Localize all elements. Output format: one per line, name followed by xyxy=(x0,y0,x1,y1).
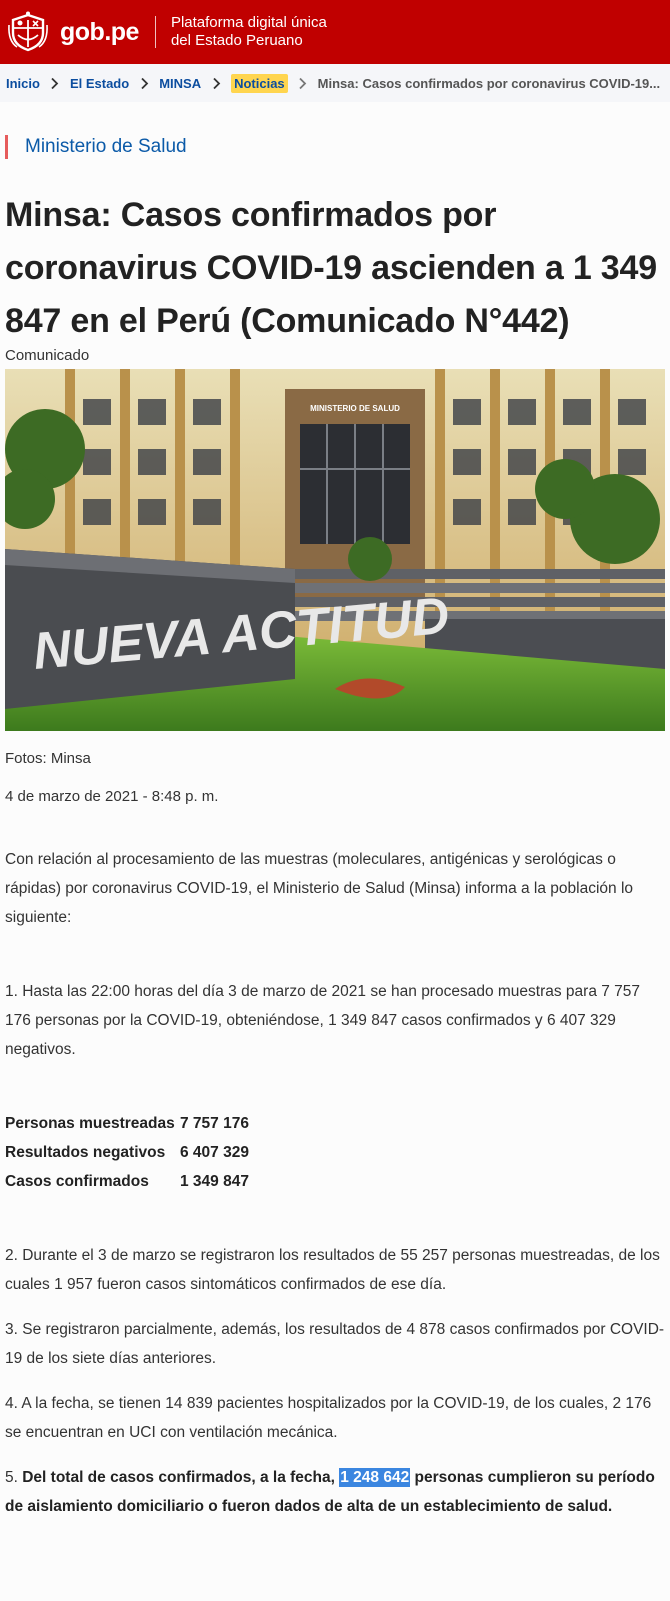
photo-building-sign: MINISTERIO DE SALUD xyxy=(310,404,400,413)
peru-shield-icon[interactable] xyxy=(6,10,50,54)
breadcrumb-minsa[interactable]: MINSA xyxy=(159,76,201,91)
stat-value: 6 407 329 xyxy=(180,1143,249,1161)
institution-link[interactable]: Ministerio de Salud xyxy=(5,135,665,159)
article-point-3: 3. Se registraron parcialmente, además, … xyxy=(5,1321,665,1367)
publish-date: 4 de marzo de 2021 - 8:48 p. m. xyxy=(5,788,219,805)
chevron-right-icon xyxy=(288,77,318,90)
photo-caption: Fotos: Minsa xyxy=(5,750,91,767)
site-subtitle-line2: del Estado Peruano xyxy=(170,32,303,49)
stat-value: 1 349 847 xyxy=(180,1172,249,1190)
article-intro: Con relación al procesamiento de las mue… xyxy=(5,851,634,926)
site-subtitle-line1: Plataforma digital única xyxy=(170,14,327,31)
chevron-right-icon xyxy=(40,77,70,90)
site-logo-text[interactable]: gob.pe xyxy=(60,18,139,47)
site-subtitle: Plataforma digital única del Estado Peru… xyxy=(171,14,327,50)
article-point-2: 2. Durante el 3 de marzo se registraron … xyxy=(5,1247,660,1293)
stat-label: Resultados negativos xyxy=(5,1143,166,1161)
breadcrumb: Inicio El Estado MINSA Noticias Minsa: C… xyxy=(0,64,670,102)
article-point-1: 1. Hasta las 22:00 horas del día 3 de ma… xyxy=(5,983,641,1058)
site-header: gob.pe Plataforma digital única del Esta… xyxy=(0,0,670,64)
breadcrumb-inicio[interactable]: Inicio xyxy=(6,76,40,91)
stat-value: 7 757 176 xyxy=(180,1114,249,1132)
breadcrumb-el-estado[interactable]: El Estado xyxy=(70,76,129,91)
chevron-right-icon xyxy=(129,77,159,90)
stat-label: Casos confirmados xyxy=(5,1172,149,1190)
article-photo: MINISTERIO DE SALUD NUEVA ACTITUD xyxy=(5,369,665,731)
logo-divider xyxy=(154,16,156,48)
article: Ministerio de Salud Minsa: Casos confirm… xyxy=(0,135,670,1521)
article-point-4: 4. A la fecha, se tienen 14 839 paciente… xyxy=(5,1395,652,1441)
article-title: Minsa: Casos confirmados por coronavirus… xyxy=(5,196,657,340)
point-5-number: 5. xyxy=(5,1469,23,1486)
point-5-text-a: Del total de casos confirmados, a la fec… xyxy=(22,1469,340,1486)
breadcrumb-current: Minsa: Casos confirmados por coronavirus… xyxy=(317,75,661,91)
selected-text[interactable]: 1 248 642 xyxy=(339,1468,411,1487)
article-point-5: 5. Del total de casos confirmados, a la … xyxy=(5,1463,665,1521)
table-row: Resultados negativos 6 407 329 xyxy=(5,1138,249,1167)
breadcrumb-noticias[interactable]: Noticias xyxy=(231,73,288,93)
stat-label: Personas muestreadas xyxy=(5,1114,175,1132)
stats-table: Personas muestreadas 7 757 176 Resultado… xyxy=(5,1109,249,1196)
table-row: Personas muestreadas 7 757 176 xyxy=(5,1109,249,1138)
table-row: Casos confirmados 1 349 847 xyxy=(5,1167,249,1196)
article-type: Comunicado xyxy=(5,347,90,364)
chevron-right-icon xyxy=(201,77,231,90)
